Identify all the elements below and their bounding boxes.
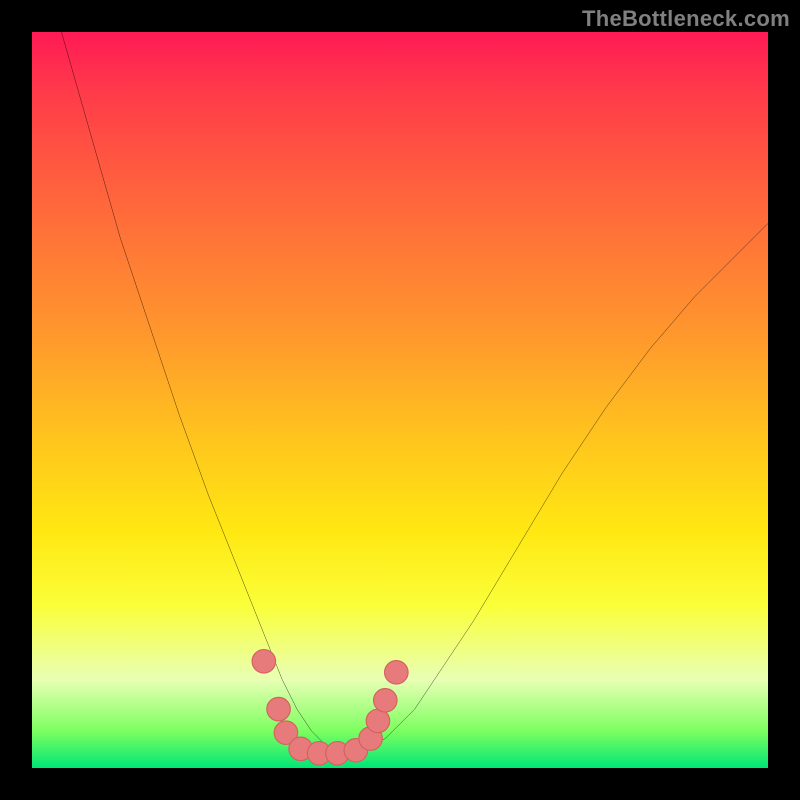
curve-marker (374, 689, 398, 713)
curve-marker (267, 697, 291, 721)
watermark-text: TheBottleneck.com (582, 6, 790, 32)
curve-markers (252, 650, 408, 766)
curve-marker (252, 650, 276, 674)
plot-area (32, 32, 768, 768)
curve-marker (385, 661, 409, 685)
curve-line (61, 32, 768, 753)
curve-marker (366, 709, 390, 733)
bottleneck-curve (32, 32, 768, 768)
chart-frame: TheBottleneck.com (0, 0, 800, 800)
